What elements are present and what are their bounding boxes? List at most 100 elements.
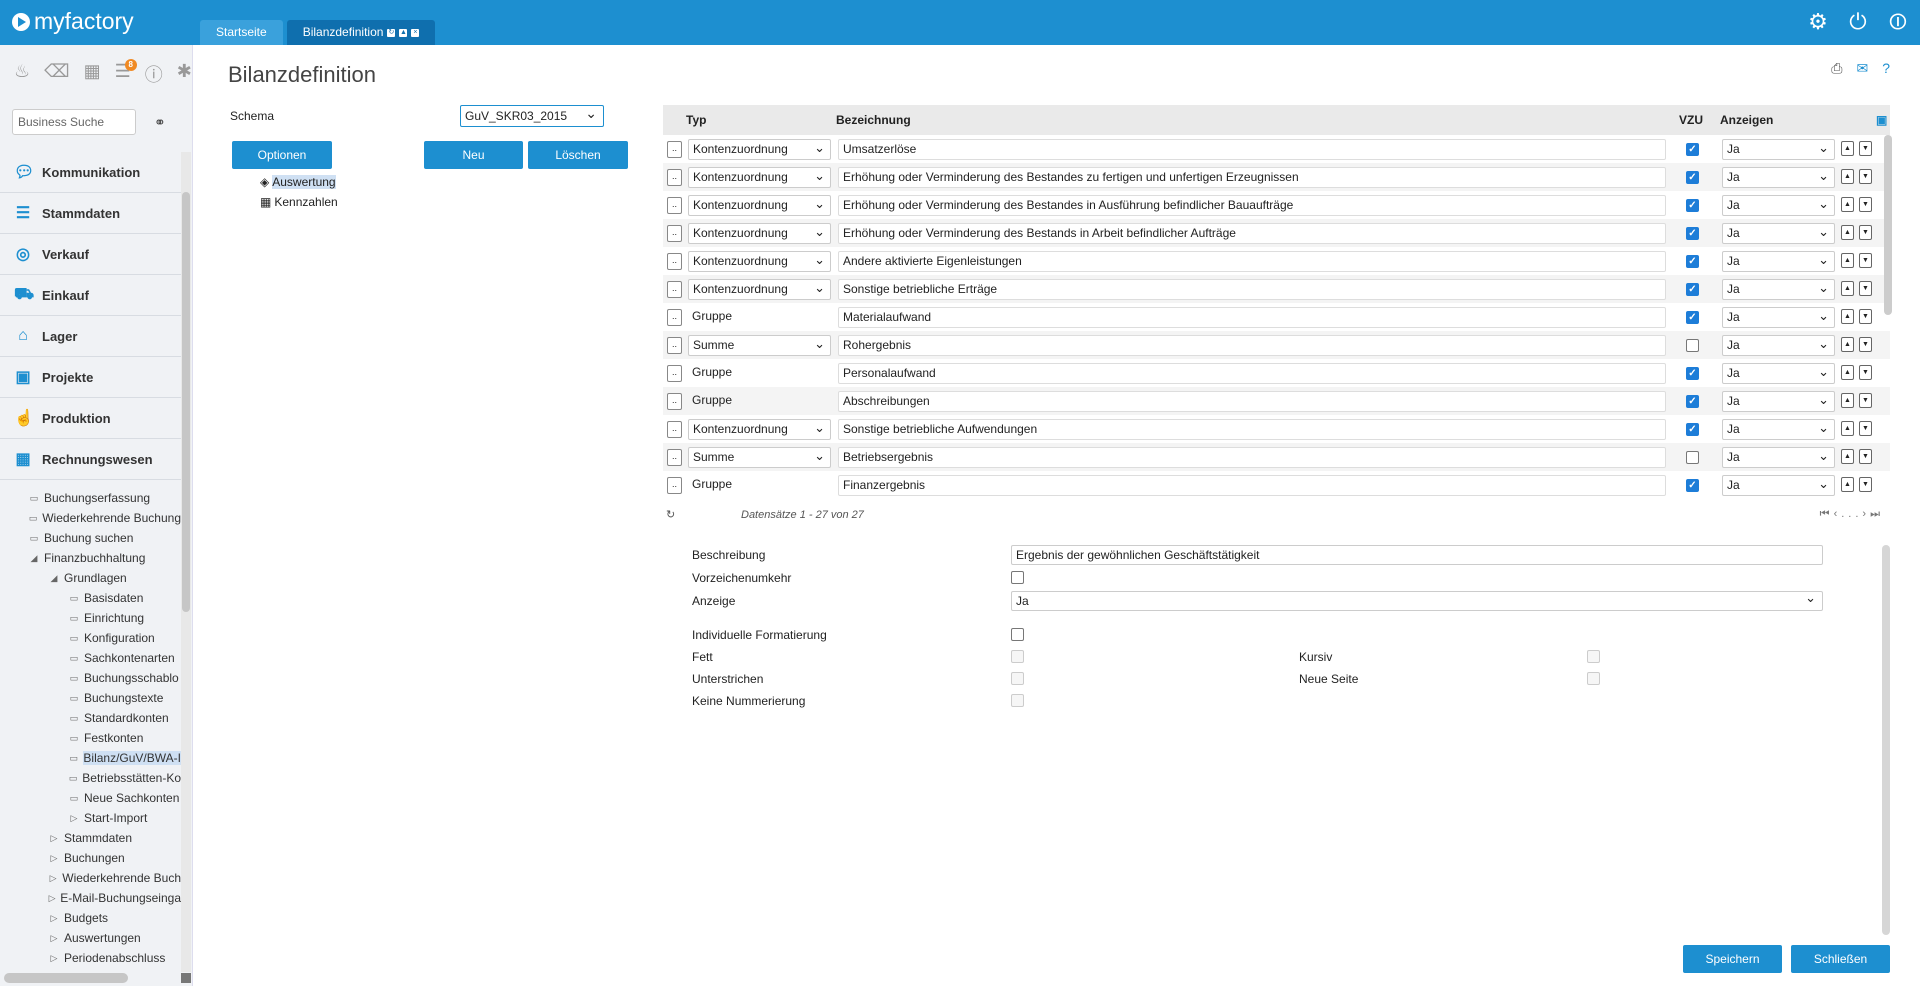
table-row[interactable]: .. Gruppe Personalaufwand ✓ Ja ⌄ ▲ ▼ — [663, 359, 1890, 387]
table-row[interactable]: .. Kontenzuordnung ⌄ Sonstige betriebliche … — [663, 415, 1890, 443]
vzu-checkbox[interactable]: ✓ — [1686, 479, 1699, 492]
bezeichnung-input[interactable]: Personalaufwand — [838, 363, 1666, 384]
pager-more[interactable]: ... — [1841, 508, 1862, 520]
vzu-checkbox[interactable] — [1686, 451, 1699, 464]
bezeichnung-input[interactable]: Rohergebnis — [838, 335, 1666, 356]
calendar-icon[interactable]: ▦ — [84, 61, 101, 87]
app-logo[interactable]: myfactory — [12, 8, 134, 35]
sidebar-scrollbar-thumb[interactable] — [182, 192, 190, 612]
bezeichnung-input[interactable]: Betriebsergebnis — [838, 447, 1666, 468]
grid-scrollbar[interactable] — [1884, 135, 1892, 315]
tasks-icon[interactable]: ☰ 8 — [115, 59, 137, 87]
vzu-checkbox[interactable]: ✓ — [1686, 255, 1699, 268]
column-chooser-icon[interactable]: ▣ — [1876, 113, 1887, 127]
move-up-button[interactable]: ▲ — [1841, 169, 1854, 184]
tree-item-periodenabschluss[interactable]: ▷ Periodenabschluss — [0, 948, 181, 968]
tree-item-finanzbuchhaltung[interactable]: ◢ Finanzbuchhaltung — [0, 548, 181, 568]
move-up-button[interactable]: ▲ — [1841, 337, 1854, 352]
print-icon[interactable]: ⎙ — [1831, 60, 1842, 77]
bezeichnung-input[interactable]: Andere aktivierte Eigenleistungen — [838, 251, 1666, 272]
anzeigen-select[interactable]: Ja ⌄ — [1722, 363, 1835, 384]
move-down-button[interactable]: ▼ — [1859, 225, 1872, 240]
anzeigen-select[interactable]: Ja ⌄ — [1722, 139, 1835, 160]
neue-seite-checkbox[interactable] — [1587, 672, 1600, 685]
collapsed-triangle-icon[interactable]: ▷ — [48, 933, 60, 944]
row-details-button[interactable]: .. — [667, 365, 682, 382]
anzeigen-select[interactable]: Ja ⌄ — [1722, 391, 1835, 412]
move-down-button[interactable]: ▼ — [1859, 281, 1872, 296]
table-row[interactable]: .. Kontenzuordnung ⌄ Sonstige betriebliche … — [663, 275, 1890, 303]
move-down-button[interactable]: ▼ — [1859, 253, 1872, 268]
anzeigen-select[interactable]: Ja ⌄ — [1722, 223, 1835, 244]
move-down-button[interactable]: ▼ — [1859, 337, 1872, 352]
anzeigen-select[interactable]: Ja ⌄ — [1722, 279, 1835, 300]
tab-bilanzdefinition[interactable]: Bilanzdefinition ↻ ▲ × — [286, 20, 436, 45]
bezeichnung-input[interactable]: Erhöhung oder Verminderung des Bestands … — [838, 223, 1666, 244]
collapsed-triangle-icon[interactable]: ▷ — [48, 893, 56, 904]
row-details-button[interactable]: .. — [667, 477, 682, 494]
tree-item-buchungstexte[interactable]: ▭ Buchungstexte — [0, 688, 181, 708]
typ-select[interactable]: Kontenzuordnung ⌄ — [688, 419, 831, 440]
tree-node-kennzahlen[interactable]: ▦ Kennzahlen — [260, 192, 338, 212]
table-row[interactable]: .. Kontenzuordnung ⌄ Erhöhung oder Verminde… — [663, 219, 1890, 247]
collapsed-triangle-icon[interactable]: ▷ — [48, 913, 60, 924]
schema-select[interactable]: GuV_SKR03_2015 — [460, 103, 604, 127]
anzeigen-select[interactable]: Ja ⌄ — [1722, 335, 1835, 356]
anzeige-select[interactable]: Ja ⌄ — [1011, 590, 1823, 611]
sidebar-item-produktion[interactable]: ☝ Produktion — [0, 398, 181, 439]
move-up-button[interactable]: ▲ — [1841, 309, 1854, 324]
vzu-checkbox[interactable]: ✓ — [1686, 143, 1699, 156]
table-row[interactable]: .. Gruppe Abschreibungen ✓ Ja ⌄ ▲ ▼ — [663, 387, 1890, 415]
fett-checkbox[interactable] — [1011, 650, 1024, 663]
next-page-icon[interactable]: › — [1862, 508, 1870, 520]
vzu-checkbox[interactable]: ✓ — [1686, 395, 1699, 408]
vzu-checkbox[interactable] — [1686, 339, 1699, 352]
column-header-anzeigen[interactable]: Anzeigen — [1720, 113, 1773, 127]
tree-node-auswertung[interactable]: ◈ Auswertung — [260, 172, 338, 192]
tab-pin-icon[interactable]: ▲ — [399, 28, 408, 37]
collapsed-triangle-icon[interactable]: ▷ — [48, 853, 60, 864]
search-options-icon[interactable]: ⚭ — [154, 114, 166, 131]
beschreibung-input[interactable]: Ergebnis der gewöhnlichen Geschäftstätig… — [1011, 545, 1823, 565]
last-page-icon[interactable]: ⏭ — [1870, 508, 1884, 520]
tree-item-bilanz-guv-bwa[interactable]: ▭ Bilanz/GuV/BWA-I — [0, 748, 181, 768]
vzu-checkbox[interactable]: ✓ — [1686, 199, 1699, 212]
typ-select[interactable]: Kontenzuordnung ⌄ — [688, 251, 831, 272]
tree-item-budgets[interactable]: ▷ Budgets — [0, 908, 181, 928]
row-details-button[interactable]: .. — [667, 253, 682, 270]
move-up-button[interactable]: ▲ — [1841, 141, 1854, 156]
row-details-button[interactable]: .. — [667, 309, 682, 326]
options-button[interactable]: Optionen — [232, 141, 332, 169]
tree-item-wiederkehrende-buchung[interactable]: ▭ Wiederkehrende Buchung — [0, 508, 181, 528]
tab-startseite[interactable]: Startseite — [200, 20, 283, 45]
move-up-button[interactable]: ▲ — [1841, 477, 1854, 492]
column-header-typ[interactable]: Typ — [686, 113, 706, 127]
vzu-checkbox[interactable]: ✓ — [1686, 423, 1699, 436]
kursiv-checkbox[interactable] — [1587, 650, 1600, 663]
tree-item-stammdaten[interactable]: ▷ Stammdaten — [0, 828, 181, 848]
table-row[interactable]: .. Summe ⌄ Rohergebnis Ja ⌄ ▲ ▼ — [663, 331, 1890, 359]
sidebar-scrollbar[interactable] — [181, 152, 191, 972]
tree-item-basisdaten[interactable]: ▭ Basisdaten — [0, 588, 181, 608]
sidebar-item-projekte[interactable]: ▣ Projekte — [0, 357, 181, 398]
move-down-button[interactable]: ▼ — [1859, 309, 1872, 324]
collapsed-triangle-icon[interactable]: ▷ — [48, 873, 58, 884]
collapsed-triangle-icon[interactable]: ▷ — [68, 813, 80, 824]
help-icon[interactable]: ? — [1882, 60, 1890, 77]
unterstrichen-checkbox[interactable] — [1011, 672, 1024, 685]
expanded-triangle-icon[interactable]: ◢ — [48, 573, 60, 584]
column-header-vzu[interactable]: VZU — [1679, 113, 1703, 127]
table-row[interactable]: .. Kontenzuordnung ⌄ Erhöhung oder Verminde… — [663, 163, 1890, 191]
sidebar-item-stammdaten[interactable]: ☰ Stammdaten — [0, 193, 181, 234]
first-page-icon[interactable]: ⏮ — [1820, 508, 1834, 520]
tree-item-einrichtung[interactable]: ▭ Einrichtung — [0, 608, 181, 628]
sidebar-item-kommunikation[interactable]: 💬︎ Kommunikation — [0, 152, 181, 193]
tree-item-email-buchungseingang[interactable]: ▷ E-Mail-Buchungseinga — [0, 888, 181, 908]
table-row[interactable]: .. Kontenzuordnung ⌄ Umsatzerlöse ✓ Ja ⌄ ▲ ▼ — [663, 135, 1890, 163]
tab-close-icon[interactable]: × — [411, 28, 420, 37]
bezeichnung-input[interactable]: Sonstige betriebliche Erträge — [838, 279, 1666, 300]
collapsed-triangle-icon[interactable]: ▷ — [48, 833, 60, 844]
row-details-button[interactable]: .. — [667, 197, 682, 214]
move-up-button[interactable]: ▲ — [1841, 197, 1854, 212]
sidebar-item-lager[interactable]: ⌂ Lager — [0, 316, 181, 357]
